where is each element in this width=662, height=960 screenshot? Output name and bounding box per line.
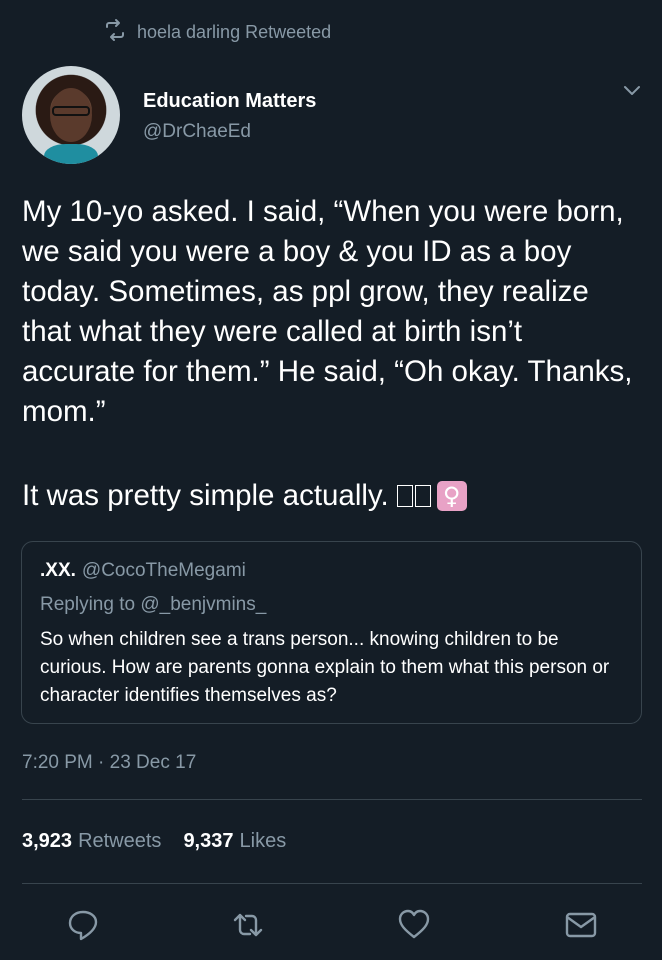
avatar[interactable]	[22, 66, 120, 164]
likes-count: 9,337	[183, 830, 234, 852]
retweet-icon[interactable]	[231, 908, 265, 942]
likes-label: Likes	[239, 830, 287, 852]
author-handle[interactable]: @DrChaeEd	[143, 121, 316, 143]
direct-message-icon[interactable]	[564, 908, 598, 942]
like-heart-icon[interactable]	[397, 908, 431, 942]
divider	[22, 883, 642, 884]
quote-header: .XX. @CocoTheMegami	[40, 560, 246, 582]
quote-author-handle: @CocoTheMegami	[81, 560, 246, 581]
quote-replying-to: Replying to @_benjvmins_	[40, 594, 267, 615]
retweets-count: 3,923	[22, 830, 73, 852]
missing-glyph-icon	[396, 485, 413, 507]
retweet-icon	[103, 18, 127, 47]
female-sign-icon: ♀	[436, 481, 467, 511]
retweet-indicator: hoela darling Retweeted	[103, 18, 331, 47]
tweet-text-secondary: It was pretty simple actually. ♀	[22, 476, 642, 516]
quoted-tweet[interactable]: .XX. @CocoTheMegami Replying to @_benjvmi…	[21, 541, 642, 724]
action-bar	[0, 908, 662, 948]
missing-glyph-icon	[414, 485, 431, 507]
reply-icon[interactable]	[66, 908, 100, 942]
tweet-stats: 3,923 Retweets 9,337 Likes	[22, 830, 286, 853]
tweet-timestamp[interactable]: 7:20 PM · 23 Dec 17	[22, 752, 196, 774]
quote-author-name: .XX.	[40, 560, 76, 581]
chevron-down-icon[interactable]	[622, 84, 642, 98]
author-block[interactable]: Education Matters @DrChaeEd	[143, 90, 316, 143]
retweets-label: Retweets	[78, 830, 162, 852]
retweet-text[interactable]: hoela darling Retweeted	[137, 22, 331, 43]
retweets-stat[interactable]: 3,923 Retweets	[22, 830, 161, 853]
quote-text: So when children see a trans person... k…	[40, 629, 610, 706]
divider	[22, 799, 642, 800]
tweet-text-line: It was pretty simple actually.	[22, 479, 389, 512]
tweet-text: My 10-yo asked. I said, “When you were b…	[22, 195, 641, 428]
author-name[interactable]: Education Matters	[143, 90, 316, 113]
likes-stat[interactable]: 9,337 Likes	[183, 830, 286, 853]
